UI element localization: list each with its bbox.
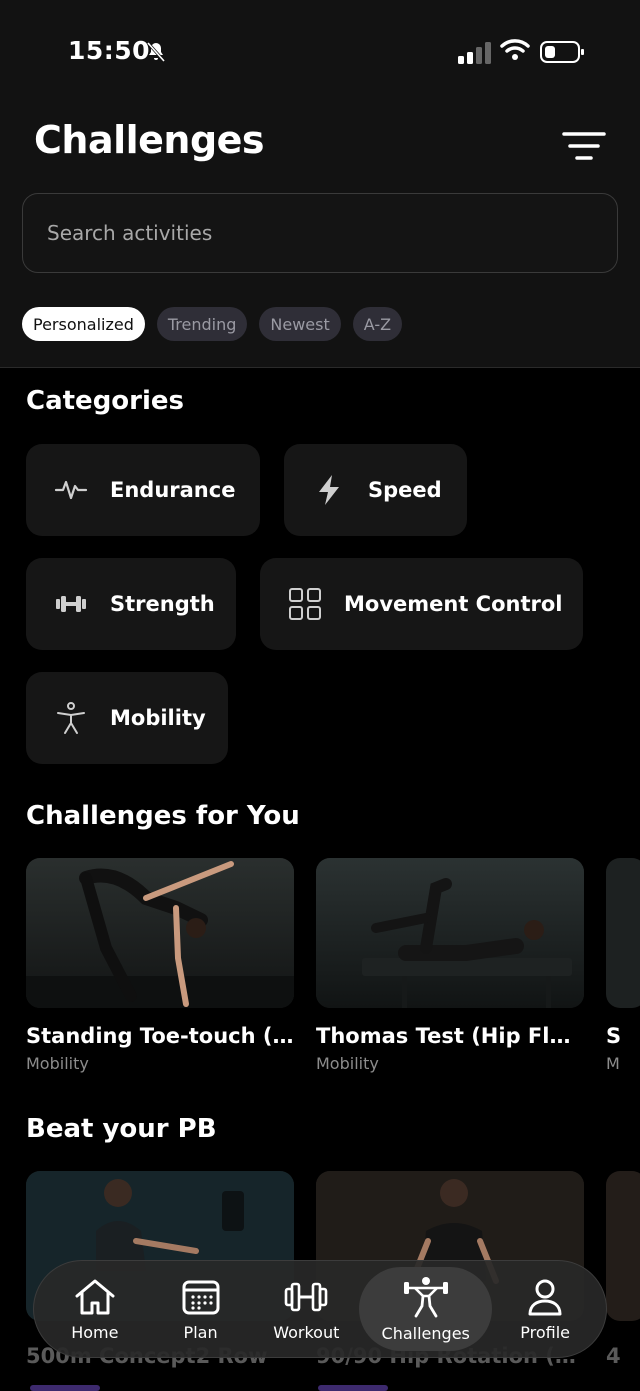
challenge-title: S [606,1024,622,1048]
challenge-category: Mobility [316,1054,379,1073]
challenge-image [26,858,294,1008]
filter-icon[interactable] [560,128,608,164]
bell-off-icon [146,42,166,62]
sort-chips: Personalized Trending Newest A-Z [22,307,403,341]
category-label: Speed [368,478,442,502]
category-movement-control[interactable]: Movement Control [260,558,583,650]
nav-label: Home [71,1322,119,1342]
challenge-image [316,858,584,1008]
bottom-nav: Home Plan Workout Challenges Profile [33,1260,607,1358]
challenge-card-peek[interactable]: S M [606,858,640,1073]
nav-plan[interactable]: Plan [148,1267,254,1351]
nav-label: Profile [520,1322,571,1342]
home-icon [75,1279,115,1314]
category-label: Mobility [110,706,206,730]
category-mobility[interactable]: Mobility [26,672,228,764]
chip-personalized[interactable]: Personalized [22,307,145,341]
chip-trending[interactable]: Trending [156,307,248,341]
lightning-icon [312,473,346,507]
challenge-title: Standing Toe-touch (... [26,1024,294,1048]
pb-accent-bar [318,1385,388,1391]
category-label: Movement Control [344,592,563,616]
categories-title: Categories [26,386,185,416]
challenge-category: Mobility [26,1054,89,1073]
challenge-image [606,858,640,1008]
weightlifter-icon [403,1276,448,1317]
pb-card-peek[interactable] [606,1171,640,1321]
calendar-icon [182,1280,220,1314]
nav-challenges[interactable]: Challenges [359,1267,493,1351]
grid-icon [288,587,322,621]
nav-label: Workout [273,1322,340,1342]
heartbeat-icon [54,473,88,507]
signal-icon [458,42,491,64]
challenge-card[interactable]: Thomas Test (Hip Flex... Mobility [316,858,584,1073]
chip-a-z[interactable]: A-Z [352,307,403,341]
dumbbell-icon [284,1282,328,1311]
nav-profile[interactable]: Profile [492,1267,598,1351]
search-box [22,193,618,273]
dumbbell-icon [54,587,88,621]
person-icon [54,701,88,735]
page-title: Challenges [34,118,265,162]
challenge-category: M [606,1054,620,1073]
beat-your-pb-title: Beat your PB [26,1114,217,1144]
header: 15:50 Challenges Search activities Perso… [0,0,640,368]
search-input[interactable] [23,194,617,272]
nav-workout[interactable]: Workout [253,1267,359,1351]
wifi-icon [500,39,530,60]
nav-label: Challenges [381,1323,470,1343]
challenge-title: Thomas Test (Hip Flex... [316,1024,584,1048]
category-label: Strength [110,592,215,616]
chip-newest[interactable]: Newest [259,307,341,341]
user-icon [528,1279,562,1315]
pb-title: 4 [606,1344,621,1368]
category-endurance[interactable]: Endurance [26,444,260,536]
category-strength[interactable]: Strength [26,558,236,650]
category-label: Endurance [110,478,236,502]
status-time: 15:50 [68,36,151,65]
pb-image [606,1171,640,1321]
status-bar: 15:50 [0,30,640,74]
pb-accent-bar [30,1385,100,1391]
battery-icon [540,41,584,63]
nav-label: Plan [183,1322,218,1342]
challenges-for-you-title: Challenges for You [26,801,300,831]
challenge-card[interactable]: Standing Toe-touch (... Mobility [26,858,294,1073]
nav-home[interactable]: Home [42,1267,148,1351]
category-speed[interactable]: Speed [284,444,467,536]
